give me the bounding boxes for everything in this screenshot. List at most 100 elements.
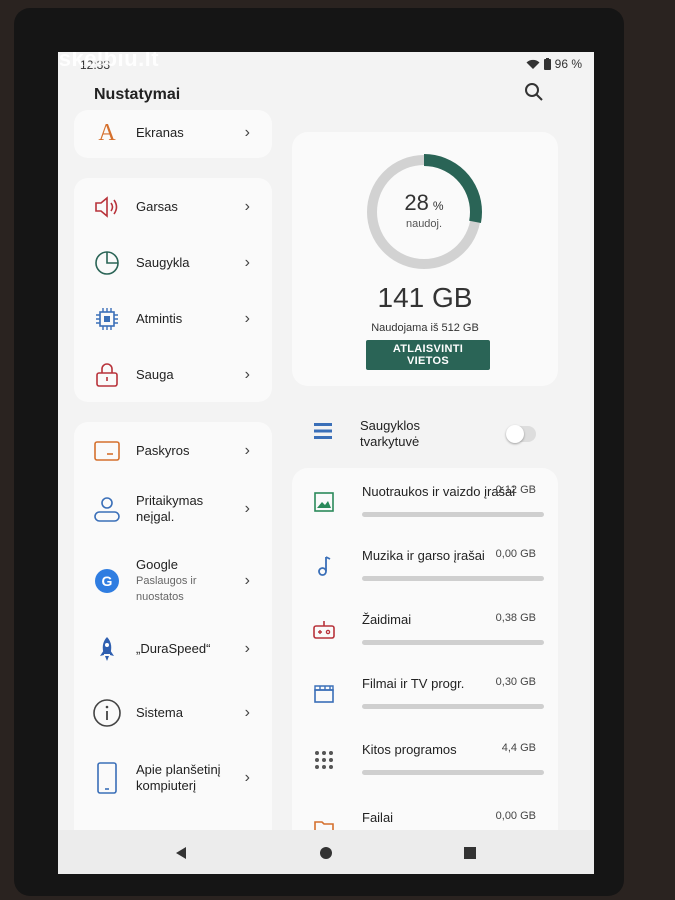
- sidebar-item-label: Paskyros: [136, 443, 190, 458]
- category-bar: [362, 770, 544, 775]
- recents-button[interactable]: [461, 844, 479, 862]
- category-row[interactable]: Filmai ir TV progr. 0,30 GB: [292, 664, 558, 728]
- category-size: 0,00 GB: [495, 810, 536, 822]
- sidebar-item-label: Ekranas: [136, 125, 184, 140]
- page-title: Nustatymai: [94, 86, 181, 103]
- sidebar-item-saugykla[interactable]: Saugykla ›: [74, 238, 272, 288]
- sidebar-item-label: Pritaikymas neįgal.: [136, 493, 204, 524]
- sidebar-item-garsas[interactable]: Garsas ›: [74, 182, 272, 232]
- chevron-right-icon: ›: [244, 254, 250, 271]
- category-name: Failai: [362, 810, 394, 825]
- sidebar-item-sistema[interactable]: Sistema ›: [74, 688, 272, 738]
- sidebar-item-label: Apie planšetinį kompiuterį: [136, 762, 221, 793]
- storage-categories: Nuotraukos ir vaizdo įrašai 0,12 GB Muzi…: [292, 468, 558, 874]
- chevron-right-icon: ›: [244, 198, 250, 215]
- storage-capacity-text: Naudojama iš 512 GB: [371, 322, 479, 334]
- category-bar: [362, 576, 544, 581]
- storage-manager-toggle[interactable]: [506, 425, 536, 443]
- percent-label: naudoj.: [405, 218, 443, 230]
- toggle-knob: [506, 425, 524, 443]
- chevron-right-icon: ›: [244, 640, 250, 657]
- sidebar-item-label-group: Google Paslaugos ir nuostatos: [136, 557, 226, 605]
- accounts-icon: [92, 436, 122, 466]
- sidebar-item-duraspeed[interactable]: „DuraSpeed“ ›: [74, 624, 272, 674]
- category-name: Filmai ir TV progr.: [362, 676, 465, 691]
- svg-text:G: G: [102, 573, 113, 589]
- settings-card-display: A Ekranas ›: [74, 110, 272, 158]
- wifi-icon: [526, 59, 540, 69]
- battery-icon: [543, 58, 551, 70]
- accessibility-icon: [92, 494, 122, 524]
- storage-manager-row[interactable]: Saugyklos tvarkytuvė: [290, 412, 556, 456]
- info-icon: [92, 698, 122, 728]
- gamepad-icon: [312, 618, 336, 642]
- sidebar-item-pritaikymas[interactable]: Pritaikymas neįgal. ›: [74, 484, 272, 534]
- percent-value: 28: [404, 190, 429, 215]
- watermark-text: skelbiu.lt: [58, 52, 160, 71]
- sidebar-item-ekranas[interactable]: A Ekranas ›: [74, 110, 272, 156]
- category-row[interactable]: Kitos programos 4,4 GB: [292, 730, 558, 794]
- category-name: Kitos programos: [362, 742, 457, 757]
- chevron-right-icon: ›: [244, 442, 250, 459]
- apps-grid-icon: [312, 748, 336, 772]
- category-name: Muzika ir garso įrašai: [362, 548, 485, 563]
- sidebar-item-sublabel: Paslaugos ir nuostatos: [136, 575, 197, 603]
- memory-chip-icon: [92, 304, 122, 334]
- category-row[interactable]: Nuotraukos ir vaizdo įrašai 0,12 GB: [292, 472, 558, 536]
- settings-card-device: Garsas › Saugykla › Atmintis › Sauga ›: [74, 178, 272, 402]
- category-row[interactable]: Muzika ir garso įrašai 0,00 GB: [292, 536, 558, 600]
- free-up-space-button[interactable]: ATLAISVINTI VIETOS: [366, 340, 490, 370]
- search-icon: [525, 83, 543, 101]
- sidebar-item-apie[interactable]: Apie planšetinį kompiuterį ›: [74, 748, 272, 808]
- chevron-right-icon: ›: [244, 572, 250, 589]
- sidebar-item-label: Saugykla: [136, 255, 190, 270]
- battery-level: 96 %: [554, 57, 582, 71]
- music-note-icon: [312, 554, 336, 578]
- photos-icon: [312, 490, 336, 514]
- back-button[interactable]: [172, 844, 190, 862]
- sidebar-item-label: Sistema: [136, 705, 183, 720]
- sidebar-item-label: Google: [136, 557, 178, 572]
- watermark: ⠿skelbiu.lt: [58, 52, 159, 72]
- settings-list: A Ekranas › Garsas › Saugykla › Atmintis…: [74, 110, 286, 860]
- sidebar-item-label: Garsas: [136, 199, 178, 214]
- category-bar: [362, 512, 544, 517]
- movie-icon: [312, 682, 336, 706]
- category-name: Žaidimai: [362, 612, 412, 627]
- category-size: 0,30 GB: [495, 676, 536, 688]
- storage-manager-label: Saugyklos tvarkytuvė: [360, 418, 420, 449]
- sidebar-item-label: Sauga: [136, 367, 174, 382]
- search-button[interactable]: [522, 80, 546, 104]
- chevron-right-icon: ›: [244, 124, 250, 141]
- screen: 12:33 96 % ⠿skelbiu.lt Nustatymai A Ekra…: [58, 52, 594, 874]
- sidebar-item-paskyros[interactable]: Paskyros ›: [74, 426, 272, 476]
- lock-icon: [92, 360, 122, 390]
- storage-pie-icon: [92, 248, 122, 278]
- recents-icon: [464, 847, 476, 859]
- sidebar-item-sauga[interactable]: Sauga ›: [74, 350, 272, 400]
- chevron-right-icon: ›: [244, 500, 250, 517]
- chevron-right-icon: ›: [244, 310, 250, 327]
- tablet-icon: [92, 762, 122, 794]
- category-size: 4,4 GB: [501, 742, 536, 754]
- display-icon: A: [98, 119, 116, 146]
- storage-pane: 28% naudoj. 141 GB Naudojama iš 512 GB A…: [290, 130, 586, 874]
- settings-card-personal: Paskyros › Pritaikymas neįgal. › G Googl…: [74, 422, 272, 854]
- speaker-icon: [92, 192, 122, 222]
- home-button[interactable]: [317, 844, 335, 862]
- storage-percent: 28% naudoj.: [366, 190, 482, 230]
- home-icon: [320, 847, 332, 859]
- category-size: 0,38 GB: [495, 612, 536, 624]
- chevron-right-icon: ›: [244, 366, 250, 383]
- category-row[interactable]: Žaidimai 0,38 GB: [292, 600, 558, 664]
- category-size: 0,12 GB: [495, 484, 536, 496]
- google-icon: G: [92, 566, 122, 596]
- sidebar-item-google[interactable]: G Google Paslaugos ir nuostatos ›: [74, 550, 272, 612]
- sidebar-item-atmintis[interactable]: Atmintis ›: [74, 294, 272, 344]
- category-bar: [362, 704, 544, 709]
- category-name: Nuotraukos ir vaizdo įrašai: [362, 484, 516, 499]
- category-size: 0,00 GB: [495, 548, 536, 560]
- chevron-right-icon: ›: [244, 769, 250, 786]
- storage-usage-card: 28% naudoj. 141 GB Naudojama iš 512 GB A…: [292, 132, 558, 386]
- status-right: 96 %: [526, 57, 582, 71]
